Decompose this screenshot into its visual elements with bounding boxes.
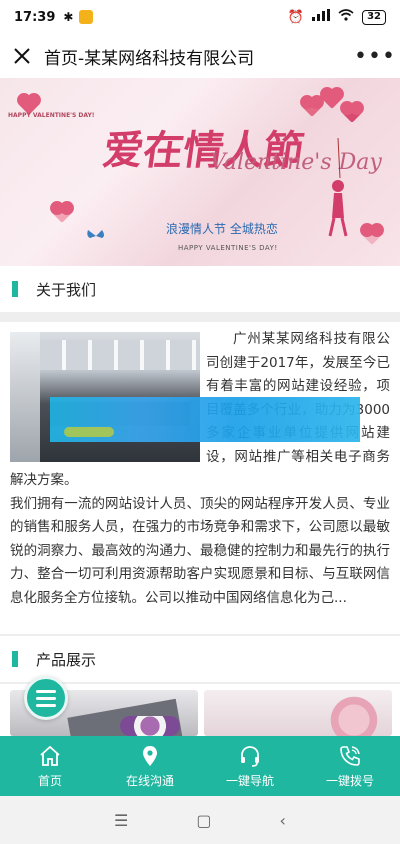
about-section-header: 关于我们	[0, 266, 400, 312]
nav-home-label: 首页	[37, 773, 62, 788]
nav-navigate-label: 一键导航	[225, 773, 274, 788]
redaction-mosaic	[50, 397, 360, 442]
home-icon	[40, 745, 60, 766]
close-button[interactable]	[0, 34, 44, 78]
home-button[interactable]: ▢	[196, 811, 211, 830]
banner-subtitle: 浪漫情人节 全城热恋	[166, 222, 278, 236]
more-icon: •••	[354, 43, 396, 69]
bluetooth-icon: ✱	[63, 10, 74, 24]
title-bar: 首页-某某网络科技有限公司 •••	[0, 34, 400, 78]
banner-bottom-text: HAPPY VALENTINE'S DAY!	[178, 244, 278, 252]
butterfly-icon	[87, 230, 104, 238]
notification-icon	[79, 10, 94, 24]
section-accent-bar	[12, 281, 18, 297]
alarm-icon: ⏰	[287, 9, 305, 25]
more-menu-button[interactable]: •••	[350, 34, 400, 78]
heart-decoration	[342, 103, 362, 123]
products-section-title: 产品展示	[36, 650, 97, 669]
nav-call[interactable]: 一键拨号	[300, 736, 400, 796]
nav-chat-label: 在线沟通	[125, 773, 174, 788]
page-title: 首页-某某网络科技有限公司	[44, 48, 255, 69]
location-pin-icon	[143, 745, 157, 766]
status-time: 17:39	[14, 9, 56, 25]
battery-indicator: 32	[362, 9, 386, 25]
bottom-nav: 首页 在线沟通 一键导航 一键拨号	[0, 736, 400, 796]
close-icon	[14, 48, 30, 64]
banner-small-text: HAPPY VALENTINE'S DAY!	[8, 112, 95, 119]
nav-navigate[interactable]: 一键导航	[200, 736, 300, 796]
heart-decoration	[302, 97, 322, 117]
about-content: 广州某某网络科技有限公司创建于2017年，发展至今已有着丰富的网站建设经验，项目…	[0, 322, 400, 634]
nav-home[interactable]: 首页	[0, 736, 100, 796]
phone-icon	[340, 745, 360, 766]
product-card[interactable]	[204, 690, 392, 736]
valentines-banner[interactable]: HAPPY VALENTINE'S DAY! 爱在情人節 Valentine's…	[0, 78, 400, 266]
floating-menu-button[interactable]	[24, 676, 68, 720]
girl-with-balloons-illustration	[328, 138, 348, 237]
recent-apps-button[interactable]: ☰	[114, 811, 128, 830]
system-nav-bar: ☰ ▢ ‹	[0, 796, 400, 844]
nav-call-label: 一键拨号	[325, 773, 374, 788]
about-paragraph-2: 我们拥有一流的网站设计人员、顶尖的网站程序开发人员、专业的销售和服务人员，在强力…	[10, 495, 390, 606]
back-button[interactable]: ‹	[280, 811, 286, 830]
nav-chat[interactable]: 在线沟通	[100, 736, 200, 796]
section-accent-bar	[12, 651, 18, 667]
headset-icon	[241, 745, 259, 767]
heart-decoration	[52, 203, 72, 223]
status-bar: 17:39 ✱ ⏰ 32	[0, 0, 400, 34]
about-section-title: 关于我们	[36, 280, 97, 299]
products-section-header: 产品展示	[0, 636, 400, 682]
signal-icon	[312, 9, 331, 25]
heart-decoration	[362, 225, 382, 245]
wifi-icon	[338, 9, 354, 25]
